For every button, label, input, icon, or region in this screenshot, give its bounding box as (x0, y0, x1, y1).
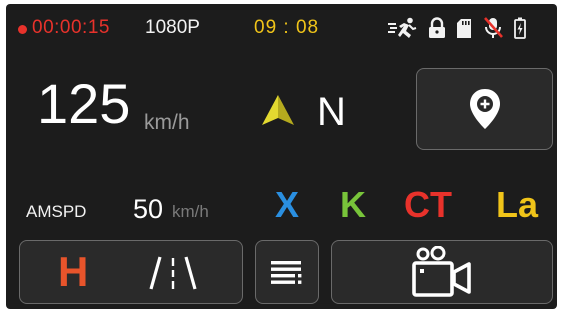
clock: 09 : 08 (254, 17, 320, 38)
band-x: X (275, 184, 300, 225)
compass-direction: N (317, 90, 346, 134)
record-video-button[interactable] (331, 240, 553, 304)
band-ct: CT (404, 184, 452, 225)
speed-value: 125 (37, 72, 131, 135)
add-location-button[interactable] (416, 68, 553, 150)
battery-icon (514, 17, 526, 39)
lock-icon (428, 17, 446, 39)
band-la: La (496, 184, 539, 225)
compass-arrow-icon (261, 94, 295, 131)
lane-road-icon (148, 255, 198, 296)
band-k: K (340, 184, 366, 225)
mode-button[interactable]: H (19, 240, 243, 304)
sd-card-icon (456, 18, 472, 39)
recording-time: 00:00:15 (32, 17, 110, 38)
recording-indicator-icon (18, 25, 27, 34)
mode-label: H (58, 248, 89, 295)
menu-button[interactable] (255, 240, 319, 304)
dashcam-screen: 00:00:15 1080P 09 : 08 125 km/h N AMSPD … (6, 4, 557, 309)
running-person-icon (388, 17, 418, 39)
amspd-value: 50 (133, 194, 164, 224)
resolution-label: 1080P (145, 17, 200, 38)
amspd-unit: km/h (172, 202, 209, 221)
amspd-label: AMSPD (26, 202, 87, 221)
status-icons (388, 16, 526, 40)
speed-unit: km/h (144, 111, 190, 134)
mic-muted-icon (482, 16, 504, 40)
